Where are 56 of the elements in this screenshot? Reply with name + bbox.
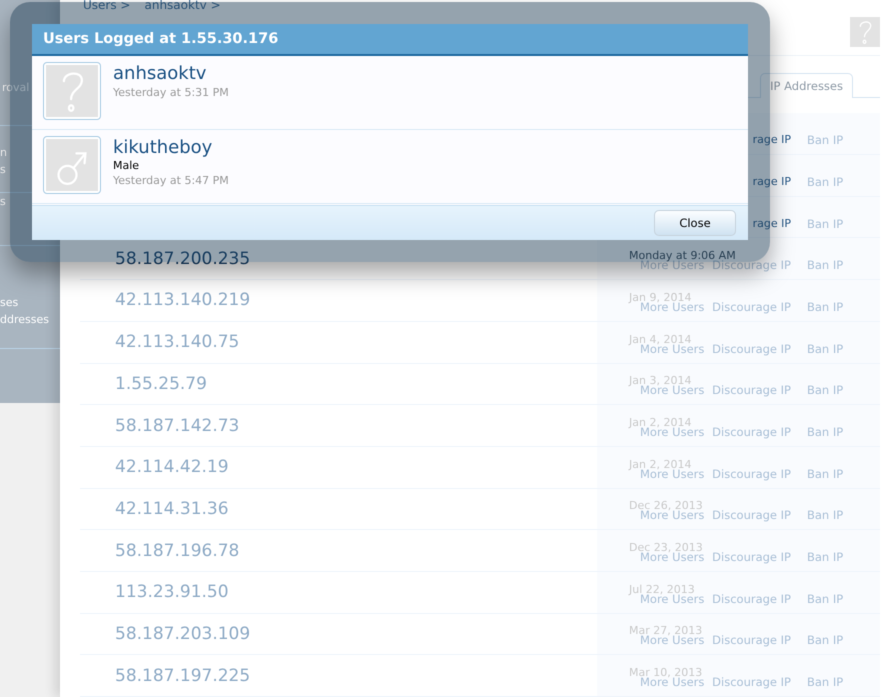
dialog-title: Users Logged at 1.55.30.176 [32,24,748,56]
breadcrumb-link[interactable]: anhsaoktv > [144,0,221,12]
ban-link[interactable]: Ban IP [807,258,844,274]
ip-address: 42.113.140.219 [115,290,250,310]
ban-link[interactable]: Ban IP [807,133,844,148]
ip-address: 58.187.200.235 [115,248,250,269]
sidebar-link[interactable]: ddresses [0,311,49,328]
ip-address: 58.187.142.73 [115,416,240,436]
discourage-link[interactable]: Discourage IP [712,300,791,315]
discourage-link[interactable]: Discourage IP [712,550,791,566]
discourage-link[interactable]: Discourage IP [712,592,791,607]
tab[interactable]: IP Addresses [760,73,853,98]
more-users-link[interactable]: More Users [640,342,704,357]
login-time: Yesterday at 5:47 PM [113,173,229,189]
ip-address: 1.55.25.79 [115,374,207,394]
username-link[interactable]: kikutheboy [113,137,229,159]
date-text: Monday at 9:06 AM [629,249,736,262]
ip-address: 42.114.31.36 [115,498,229,519]
discourage-link[interactable]: Discourage IP [712,466,791,482]
ban-link[interactable]: Ban IP [807,383,844,398]
discourage-link[interactable]: Discourage IP [712,342,791,357]
username-link[interactable]: anhsaoktv [113,63,229,85]
close-button[interactable]: Close [654,210,736,236]
ip-address: 58.187.197.225 [115,666,250,686]
ban-link[interactable]: Ban IP [807,508,844,524]
discourage-link[interactable]: Discourage IP [712,508,791,524]
sidebar-link[interactable]: s [0,193,6,210]
question-mark-avatar[interactable] [43,62,101,120]
ip-address: 113.23.91.50 [115,582,229,602]
ban-link[interactable]: Ban IP [807,174,844,190]
ban-link[interactable]: Ban IP [807,466,844,482]
ban-link[interactable]: Ban IP [807,425,844,440]
sidebar-link[interactable]: n [0,144,7,161]
ban-link[interactable]: Ban IP [807,342,844,357]
discourage-link[interactable]: Discourage IP [712,425,791,440]
discourage-link[interactable]: Discourage IP [712,383,791,398]
ban-link[interactable]: Ban IP [807,633,844,648]
login-time: Yesterday at 5:31 PM [113,85,229,101]
gender-text: Male [113,159,140,173]
ban-link[interactable]: Ban IP [807,675,844,690]
discourage-link[interactable]: Discourage IP [712,633,791,648]
ban-link[interactable]: Ban IP [807,216,844,232]
breadcrumb-link[interactable]: Users > [83,0,130,12]
avatar-placeholder-icon [850,17,880,47]
ban-link[interactable]: Ban IP [807,550,844,566]
sidebar-link[interactable]: s [0,161,6,178]
ip-address: 42.113.140.75 [115,332,240,352]
sidebar-link[interactable]: roval [2,79,30,96]
male-symbol-avatar[interactable] [43,136,101,194]
discourage-link[interactable]: Discourage IP [712,675,791,690]
ip-address: 58.187.203.109 [115,624,250,644]
ip-address: 42.114.42.19 [115,457,229,478]
ban-link[interactable]: Ban IP [807,300,844,315]
ban-link[interactable]: Ban IP [807,592,844,607]
ip-address: 58.187.196.78 [115,540,240,561]
sidebar-link[interactable]: ses [0,294,18,311]
